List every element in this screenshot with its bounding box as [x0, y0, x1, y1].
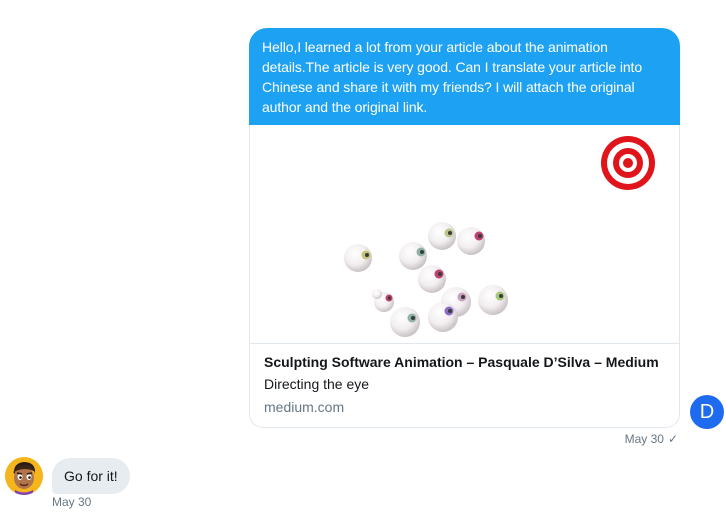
target-logo-icon — [601, 136, 655, 190]
eyeball-icon — [457, 227, 485, 255]
eyeball-icon — [399, 242, 427, 270]
checkmark-icon: ✓ — [667, 432, 678, 446]
eyeball-icon — [418, 265, 446, 293]
sent-timestamp: May 30 — [624, 432, 664, 446]
card-title[interactable]: Sculpting Software Animation – Pasquale … — [264, 354, 659, 370]
eyeball-icon — [428, 222, 456, 250]
eyeball-cluster — [344, 222, 508, 337]
cartoon-character-avatar[interactable] — [5, 457, 43, 495]
received-message-text: Go for it! — [64, 468, 118, 484]
eyeballs-illustration — [344, 136, 655, 337]
avatar-initial: D — [699, 401, 715, 423]
eyeball-icon — [428, 302, 458, 332]
received-message-bubble[interactable]: Go for it! — [52, 458, 130, 494]
sent-message-text: Hello,I learned a lot from your article … — [262, 39, 643, 115]
eyeball-icon — [372, 289, 382, 299]
avatar-icon — [5, 457, 43, 495]
eyeball-icon — [344, 244, 372, 272]
link-preview-card[interactable]: Sculpting Software Animation – Pasquale … — [249, 125, 680, 428]
card-image[interactable] — [250, 125, 679, 344]
received-timestamp: May 30 — [52, 495, 92, 509]
eyeball-icon — [390, 307, 420, 337]
card-domain[interactable]: medium.com — [264, 399, 344, 415]
sent-message-meta: May 30 ✓ — [625, 432, 678, 446]
eyeball-icon — [478, 285, 508, 315]
sent-message-bubble[interactable]: Hello,I learned a lot from your article … — [249, 28, 680, 125]
conversation-view: Hello,I learned a lot from your article … — [0, 0, 726, 519]
card-description: Directing the eye — [264, 376, 370, 392]
own-avatar[interactable]: D — [690, 395, 724, 429]
